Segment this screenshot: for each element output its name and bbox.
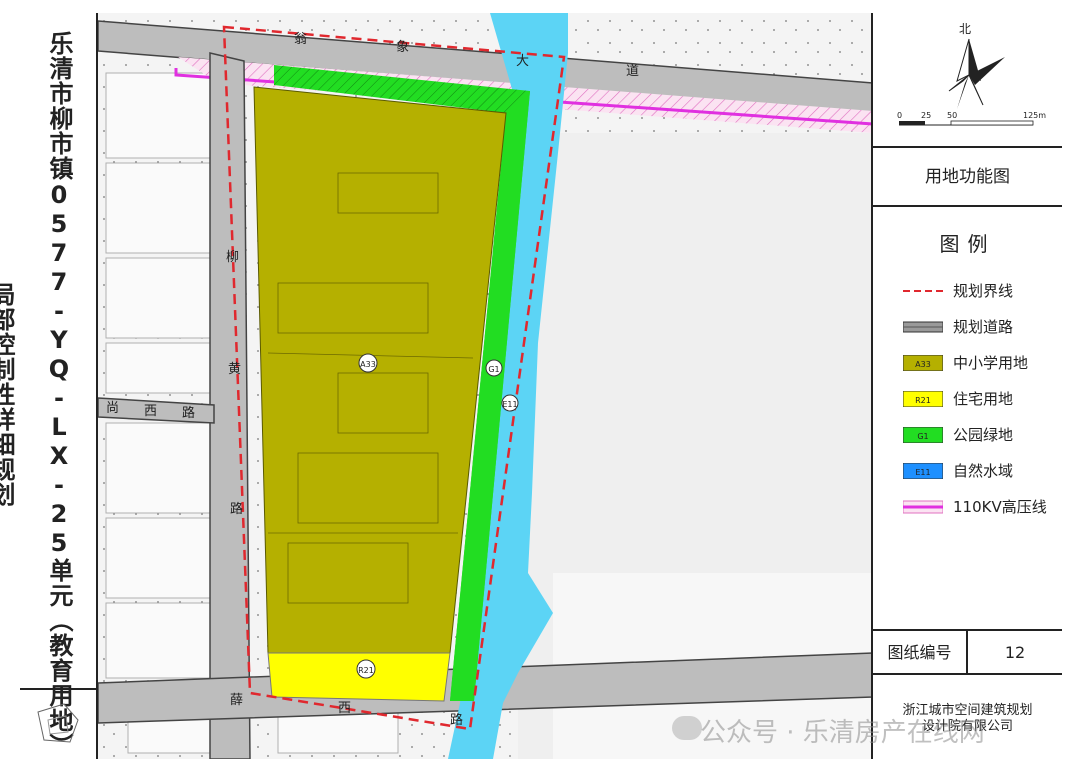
road-label-south-2: 西 [338, 701, 351, 716]
divider [873, 673, 1062, 675]
residential-swatch-icon: R21 [903, 391, 943, 407]
school-swatch-icon: A33 [903, 355, 943, 371]
svg-text:R21: R21 [915, 396, 931, 405]
svg-text:G1: G1 [488, 365, 499, 374]
svg-text:A33: A33 [360, 360, 376, 369]
watermark-icon [672, 716, 702, 740]
location-thumbnail-icon [37, 703, 79, 743]
powerline-icon [903, 500, 943, 514]
title-footer [20, 688, 98, 759]
land-use-map: A33 G1 E11 R21 翁 象 大 道 柳 黄 路 尚 西 路 薛 西 路 [98, 13, 873, 759]
svg-text:E11: E11 [502, 400, 517, 409]
parcel-code-e11: E11 [501, 394, 519, 412]
svg-text:50: 50 [947, 111, 957, 120]
road-label-west-2: 黄 [228, 362, 241, 377]
north-arrow-icon: 北 0 25 50 125m [897, 22, 1046, 126]
watermark-text: 公众号 · 乐清房产在线网 [700, 718, 985, 748]
dashed-line-icon [903, 290, 943, 292]
water-swatch-icon: E11 [903, 463, 943, 479]
road-label-cross-3: 路 [182, 405, 195, 421]
road-label-cross-2: 西 [144, 404, 157, 419]
road-label-north-3: 大 [516, 54, 529, 69]
road-label-south-3: 路 [450, 712, 463, 728]
legend-panel: 北 0 25 50 125m 用地功能图 图例 规划界线 规划道路 A33 中小… [871, 13, 1062, 759]
parcel-code-a33: A33 [358, 353, 378, 373]
parcel-code-r21: R21 [356, 659, 376, 679]
sheet-number-label: 图纸编号 [873, 631, 968, 675]
title-column: 乐清市柳市镇0577-YQ-LX-25单元（教育用地）局部控制性详细规划 [0, 13, 98, 759]
compass-box: 北 0 25 50 125m [873, 13, 1062, 148]
road-label-north-2: 象 [396, 40, 409, 55]
legend-heading: 图例 [939, 232, 996, 256]
road-label-cross-1: 尚 [106, 401, 119, 416]
parcel-code-g1: G1 [485, 359, 503, 377]
road-icon [903, 321, 943, 333]
map-canvas[interactable]: A33 G1 E11 R21 翁 象 大 道 柳 黄 路 尚 西 路 薛 西 路 [98, 13, 873, 759]
map-function-title: 用地功能图 [925, 167, 1010, 187]
road-label-west-1: 柳 [226, 250, 239, 265]
road-label-west-3: 路 [230, 501, 243, 517]
road-label-north-4: 道 [626, 64, 639, 79]
svg-text:25: 25 [921, 111, 931, 120]
svg-text:A33: A33 [915, 360, 931, 369]
road-label-south-1: 薛 [230, 693, 243, 708]
svg-text:125m: 125m [1023, 111, 1046, 120]
north-label: 北 [959, 22, 971, 36]
plan-title: 乐清市柳市镇0577-YQ-LX-25单元（教育用地）局部控制性详细规划 [0, 30, 73, 758]
park-swatch-icon: G1 [903, 427, 943, 443]
svg-text:R21: R21 [358, 666, 374, 675]
svg-text:G1: G1 [917, 432, 928, 441]
svg-text:0: 0 [897, 111, 902, 120]
sheet-number-value: 12 [1004, 643, 1026, 662]
svg-text:E11: E11 [915, 468, 930, 477]
road-label-north-1: 翁 [294, 32, 307, 47]
